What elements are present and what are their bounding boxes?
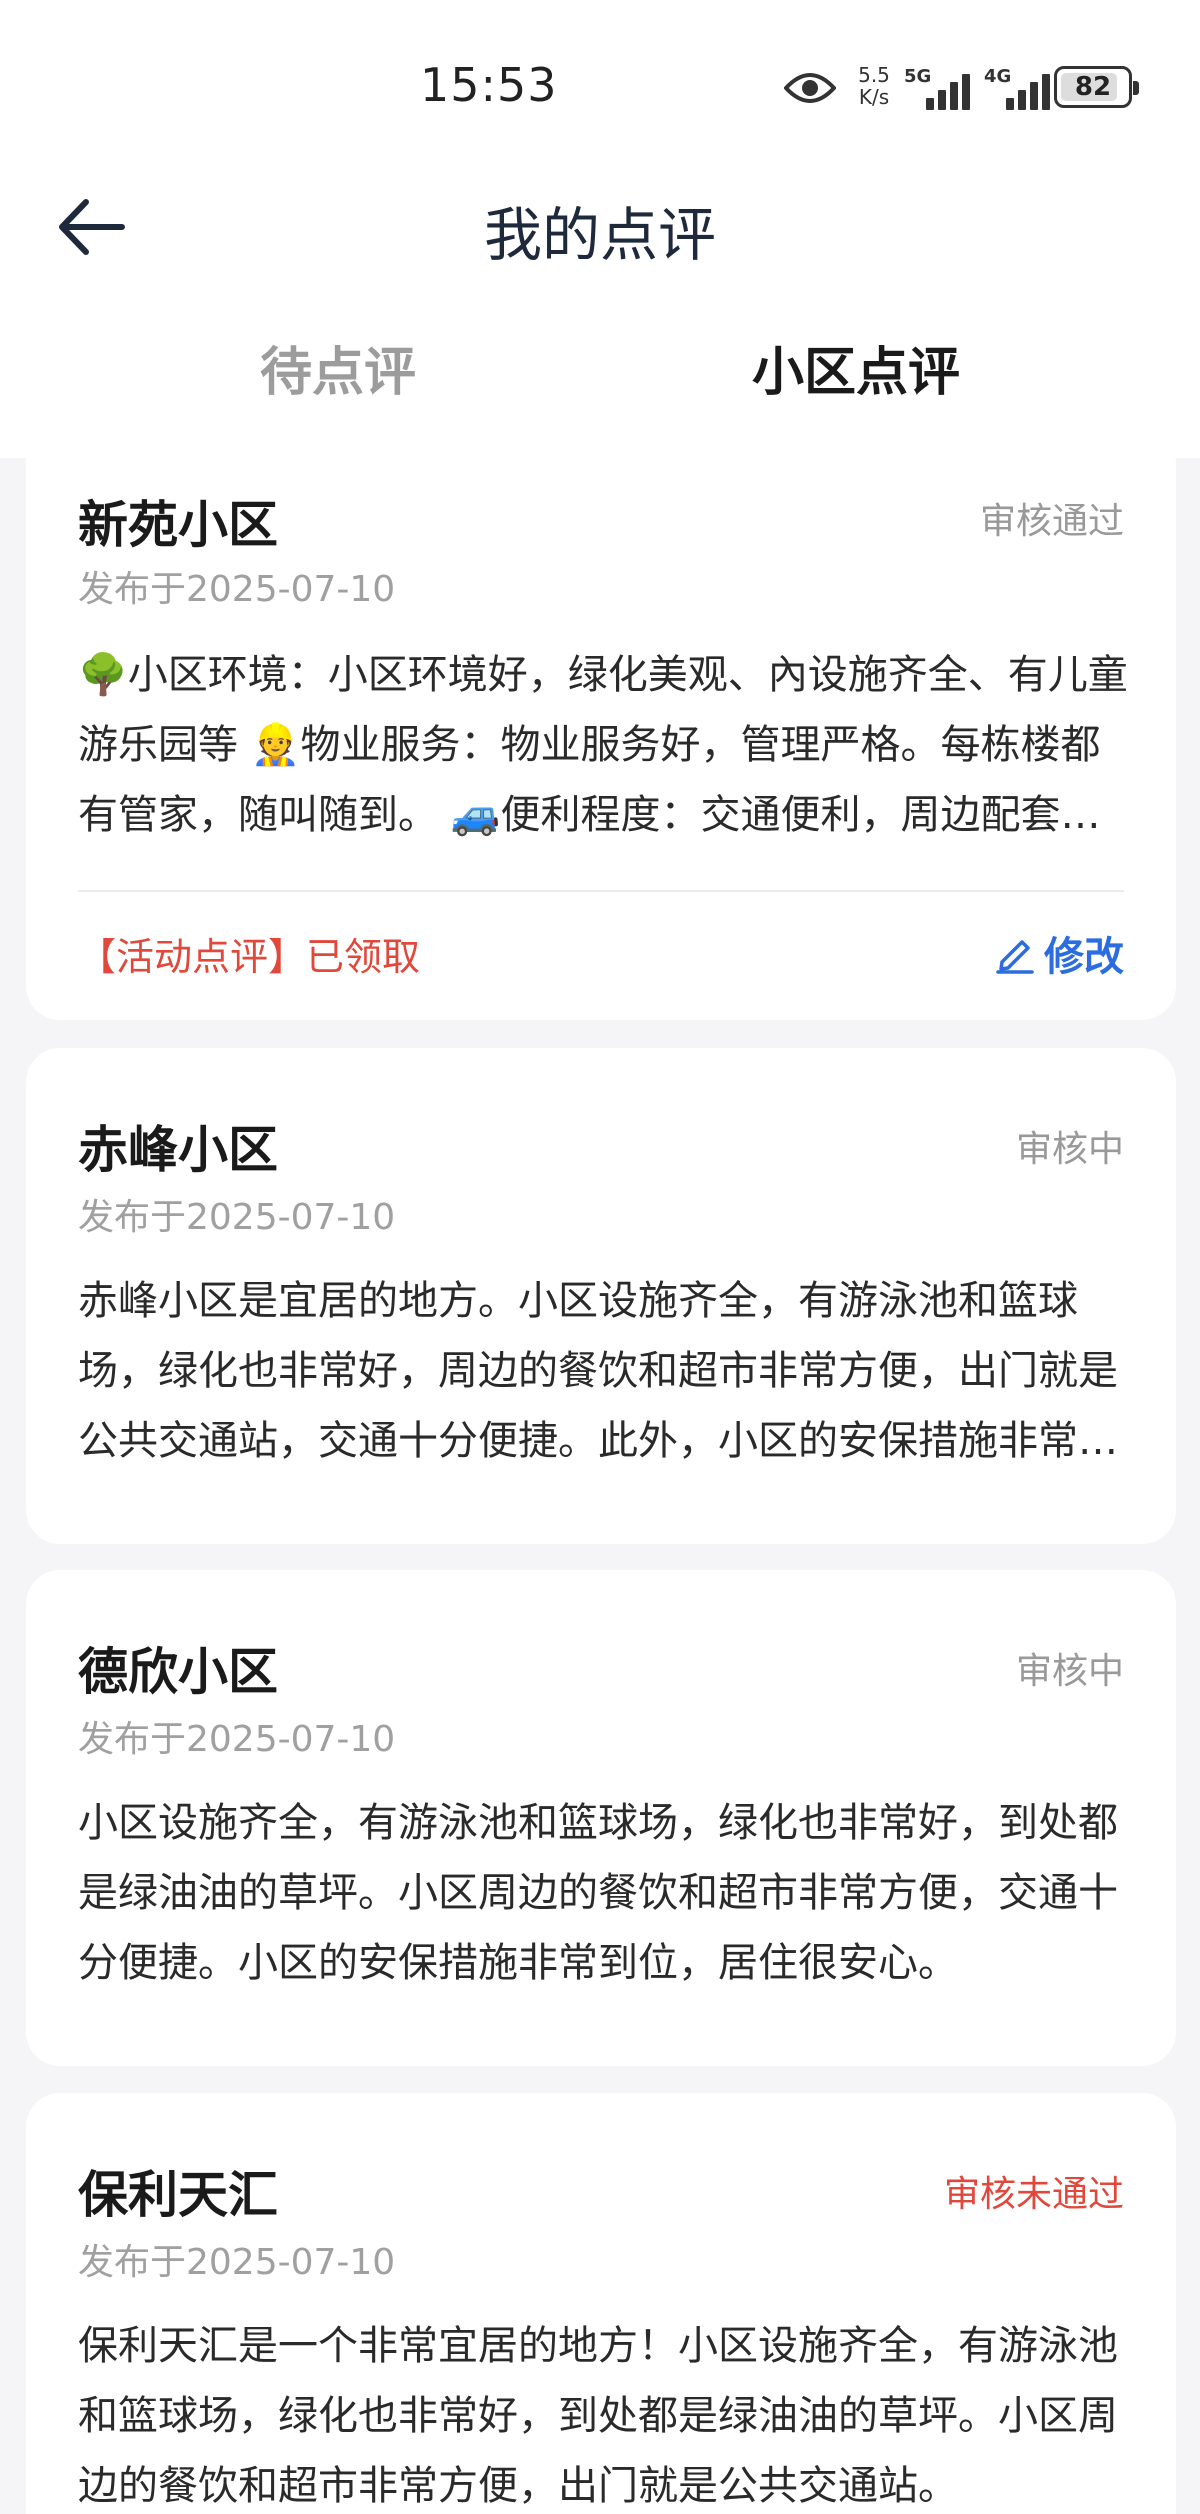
community-name: 德欣小区 bbox=[78, 1643, 278, 1701]
status-icons: 5.5 K/s 5G 4G 82 bbox=[784, 62, 1144, 116]
reward-status: 【活动点评】已领取 bbox=[78, 935, 421, 979]
nav-bar: 我的点评 bbox=[0, 170, 1200, 290]
publish-date: 发布于2025-07-10 bbox=[78, 1719, 396, 1760]
status-badge: 审核中 bbox=[1015, 1129, 1124, 1170]
publish-date: 发布于2025-07-10 bbox=[78, 2242, 396, 2283]
review-card[interactable]: 保利天汇 审核未通过 发布于2025-07-10 保利天汇是一个非常宜居的地方！… bbox=[26, 2093, 1176, 2514]
review-card[interactable]: 新苑小区 审核通过 发布于2025-07-10 🌳小区环境：小区环境好，绿化美观… bbox=[26, 430, 1176, 1020]
community-name: 保利天汇 bbox=[78, 2166, 278, 2224]
review-card[interactable]: 德欣小区 审核中 发布于2025-07-10 小区设施齐全，有游泳池和篮球场，绿… bbox=[26, 1570, 1176, 2066]
review-text: 赤峰小区是宜居的地方。小区设施齐全，有游泳池和篮球场，绿化也非常好，周边的餐饮和… bbox=[78, 1278, 1118, 1464]
divider bbox=[78, 890, 1124, 892]
community-name: 赤峰小区 bbox=[78, 1121, 278, 1179]
status-badge: 审核未通过 bbox=[943, 2174, 1124, 2215]
review-text: 保利天汇是一个非常宜居的地方！小区设施齐全，有游泳池和篮球场，绿化也非常好，到处… bbox=[78, 2323, 1118, 2509]
tab-pending-reviews[interactable]: 待点评 bbox=[260, 330, 416, 405]
edit-pencil-icon bbox=[996, 940, 1034, 974]
page-title: 我的点评 bbox=[483, 201, 716, 269]
status-bar: 15:53 5.5 K/s 5G 4G 82 bbox=[0, 0, 1200, 170]
sim1-signal-icon: 5G bbox=[904, 66, 980, 110]
tab-bar: 待点评 小区点评 bbox=[0, 330, 1200, 430]
publish-date: 发布于2025-07-10 bbox=[78, 569, 396, 610]
net-speed: 5.5 K/s bbox=[858, 63, 890, 109]
status-badge: 审核通过 bbox=[979, 501, 1124, 542]
edit-button[interactable]: 修改 bbox=[994, 924, 1124, 982]
battery-icon: 82 bbox=[1054, 66, 1139, 108]
eye-icon bbox=[784, 73, 836, 103]
review-card[interactable]: 赤峰小区 审核中 发布于2025-07-10 赤峰小区是宜居的地方。小区设施齐全… bbox=[26, 1048, 1176, 1544]
sim2-signal-icon: 4G bbox=[984, 66, 1060, 110]
tab-community-reviews[interactable]: 小区点评 bbox=[752, 330, 960, 405]
status-badge: 审核中 bbox=[1015, 1651, 1124, 1692]
top-area: 15:53 5.5 K/s 5G 4G 82 我的点评 待点评 小区点评 bbox=[0, 0, 1200, 458]
community-name: 新苑小区 bbox=[78, 496, 278, 554]
review-text: 🌳小区环境：小区环境好，绿化美观、內设施齐全、有儿童游乐园等 👷物业服务：物业服… bbox=[78, 652, 1128, 838]
publish-date: 发布于2025-07-10 bbox=[78, 1197, 396, 1238]
status-time: 15:53 bbox=[420, 58, 558, 112]
review-text: 小区设施齐全，有游泳池和篮球场，绿化也非常好，到处都是绿油油的草坪。小区周边的餐… bbox=[78, 1800, 1118, 1986]
